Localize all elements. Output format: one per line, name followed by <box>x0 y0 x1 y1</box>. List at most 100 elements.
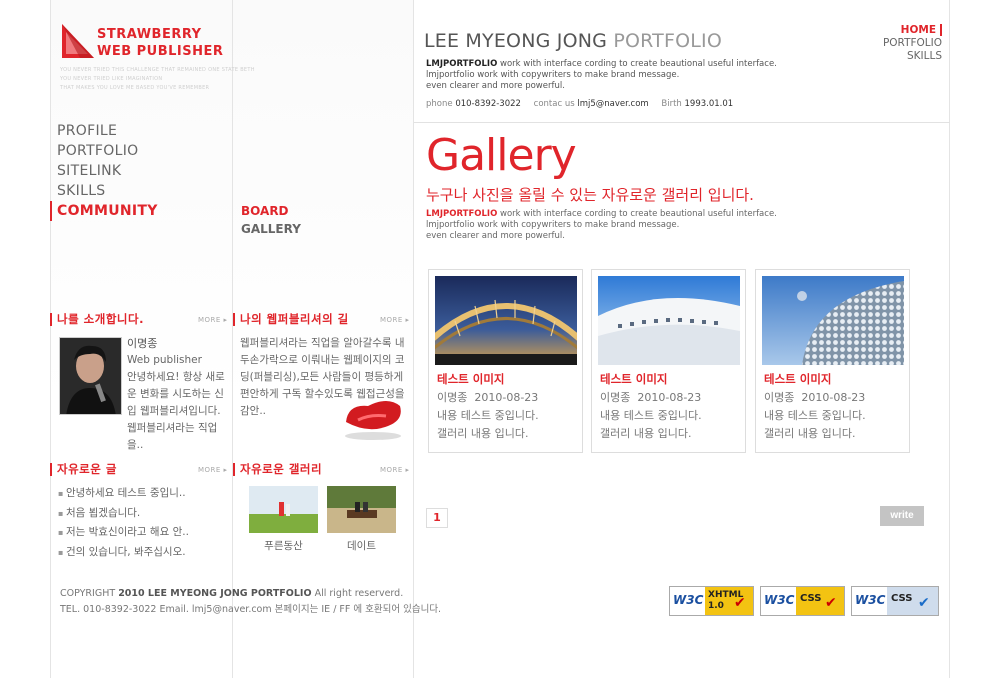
list-item[interactable]: 안녕하세요 테스트 중입니.. <box>58 484 189 504</box>
column-divider <box>50 0 51 678</box>
topnav-portfolio[interactable]: PORTFOLIO <box>883 37 948 50</box>
card-title[interactable]: 테스트 이미지 <box>437 371 504 387</box>
column-divider <box>413 0 414 678</box>
checkmark-icon: ✔ <box>825 595 837 611</box>
column-divider <box>949 0 950 678</box>
logo-text: STRAWBERRY WEB PUBLISHER <box>97 26 223 60</box>
intro-brand: LMJPORTFOLIO <box>426 59 498 69</box>
email-link[interactable]: lmj5@naver.com <box>577 99 648 109</box>
card-meta: 이명종 2010-08-23 <box>437 389 538 405</box>
copyright-prefix: COPYRIGHT <box>60 588 116 599</box>
tagline-line: YOU NEVER TRIED LIKE IMAGINATION <box>60 76 163 82</box>
profile-role: Web publisher <box>127 354 202 366</box>
card-date: 2010-08-23 <box>474 391 539 404</box>
more-link[interactable]: MORE ▸ <box>380 466 410 474</box>
more-link[interactable]: MORE ▸ <box>198 466 228 474</box>
card-meta: 이명종 2010-08-23 <box>764 389 865 405</box>
write-button[interactable]: write <box>880 506 924 526</box>
desc-line: lmjportfolio work with copywriters to ma… <box>426 220 680 230</box>
gallery-card[interactable]: 테스트 이미지 이명종 2010-08-23 내용 테스트 중입니다. 갤러리 내… <box>428 269 583 453</box>
card-line: 내용 테스트 중입니다. <box>437 409 539 422</box>
card-line: 갤러리 내용 입니다. <box>600 427 692 440</box>
badge-label: CSS <box>887 587 938 615</box>
nav-item-portfolio[interactable]: PORTFOLIO <box>50 141 230 161</box>
gallery-card[interactable]: 테스트 이미지 이명종 2010-08-23 내용 테스트 중입니다. 갤러리 내… <box>755 269 910 453</box>
tagline-line: THAT MAKES YOU LOVE ME BASED YOU'VE REME… <box>60 85 210 91</box>
gallery-subtitle: 누구나 사진을 올릴 수 있는 자유로운 갤러리 입니다. <box>426 186 754 204</box>
nav-item-sitelink[interactable]: SITELINK <box>50 161 230 181</box>
subnav-item-gallery[interactable]: GALLERY <box>241 220 301 238</box>
more-link[interactable]: MORE ▸ <box>380 316 410 324</box>
more-link[interactable]: MORE ▸ <box>198 316 228 324</box>
checkmark-icon: ✔ <box>734 595 746 611</box>
card-photo[interactable] <box>762 276 904 365</box>
subnav-item-board[interactable]: BOARD <box>241 202 301 220</box>
pagination-page[interactable]: 1 <box>426 508 448 528</box>
title-light: PORTFOLIO <box>613 30 722 52</box>
desc-line: even clearer and more powerful. <box>426 231 565 241</box>
card-author: 이명종 <box>764 391 795 404</box>
contact-label: contac us <box>533 99 575 109</box>
free-board-list: 안녕하세요 테스트 중입니.. 처음 뵙겠습니다. 저는 박효신이라고 해요 안… <box>58 484 189 562</box>
logo-triangle-icon <box>62 24 94 58</box>
badge-label: XHTML 1.0 <box>705 587 753 615</box>
gallery-thumb[interactable] <box>249 486 318 533</box>
w3c-xhtml-badge[interactable]: W3C XHTML 1.0 ✔ <box>669 586 754 616</box>
card-line: 내용 테스트 중입니다. <box>600 409 702 422</box>
topnav-skills[interactable]: SKILLS <box>883 50 948 63</box>
phone-label: phone <box>426 99 453 109</box>
gallery-thumb[interactable] <box>327 486 396 533</box>
card-body: 내용 테스트 중입니다. 갤러리 내용 입니다. <box>600 407 702 443</box>
free-gallery-title: 자유로운 갤러리 <box>233 463 322 476</box>
card-title[interactable]: 테스트 이미지 <box>764 371 831 387</box>
logo-line2: WEB PUBLISHER <box>97 44 224 59</box>
free-board-title: 자유로운 글 <box>50 463 117 476</box>
card-photo[interactable] <box>598 276 740 365</box>
top-nav: HOME PORTFOLIO SKILLS <box>883 24 948 63</box>
w3c-css-badge[interactable]: W3C CSS ✔ <box>760 586 845 616</box>
main-nav: PROFILE PORTFOLIO SITELINK SKILLS COMMUN… <box>50 121 230 221</box>
phone-value: 010-8392-3022 <box>455 99 521 109</box>
footer-contact: TEL. 010-8392-3022 Email. lmj5@naver.com… <box>60 604 442 615</box>
card-date: 2010-08-23 <box>801 391 866 404</box>
column-divider <box>232 0 233 678</box>
gallery-card[interactable]: 테스트 이미지 이명종 2010-08-23 내용 테스트 중입니다. 갤러리 내… <box>591 269 746 453</box>
nav-item-profile[interactable]: PROFILE <box>50 121 230 141</box>
sub-nav: BOARD GALLERY <box>241 202 301 238</box>
list-item[interactable]: 처음 뵙겠습니다. <box>58 504 189 524</box>
thumb-caption: 데이트 <box>347 540 376 552</box>
intro-line: work with interface cording to create be… <box>497 59 777 69</box>
intro-widget-title: 나를 소개합니다. <box>50 313 144 326</box>
intro-line: lmjportfolio work with copywriters to ma… <box>426 70 680 80</box>
title-dark: LEE MYEONG JONG <box>424 30 608 52</box>
road-widget-title: 나의 웹퍼블리셔의 길 <box>233 313 349 326</box>
nav-item-community[interactable]: COMMUNITY <box>50 201 230 221</box>
card-line: 갤러리 내용 입니다. <box>764 427 856 440</box>
birth-label: Birth <box>661 99 682 109</box>
checkmark-icon: ✔ <box>918 595 930 611</box>
nav-item-skills[interactable]: SKILLS <box>50 181 230 201</box>
card-photo[interactable] <box>435 276 577 365</box>
logo-line1: STRAWBERRY <box>97 27 202 42</box>
list-item[interactable]: 저는 박효신이라고 해요 안.. <box>58 523 189 543</box>
desc-line: work with interface cording to create be… <box>497 209 777 219</box>
chair-icon <box>345 401 401 440</box>
card-author: 이명종 <box>600 391 631 404</box>
w3c-css-badge[interactable]: W3C CSS ✔ <box>851 586 939 616</box>
header-intro: LMJPORTFOLIO work with interface cording… <box>426 59 777 92</box>
contact-info: phone 010-8392-3022 contac us lmj5@naver… <box>426 99 743 109</box>
thumb-caption: 푸른동산 <box>264 540 303 552</box>
gallery-description: LMJPORTFOLIO work with interface cording… <box>426 209 777 242</box>
card-body: 내용 테스트 중입니다. 갤러리 내용 입니다. <box>764 407 866 443</box>
card-title[interactable]: 테스트 이미지 <box>600 371 667 387</box>
badge-label: CSS <box>796 587 844 615</box>
header-divider <box>414 122 950 123</box>
card-author: 이명종 <box>437 391 468 404</box>
list-item[interactable]: 건의 있습니다, 봐주십시오. <box>58 543 189 563</box>
gallery-title: Gallery <box>426 130 577 181</box>
topnav-home[interactable]: HOME <box>900 24 942 36</box>
card-meta: 이명종 2010-08-23 <box>600 389 701 405</box>
copyright-owner: 2010 LEE MYEONG JONG PORTFOLIO <box>118 588 312 599</box>
logo-tagline: YOU NEVER TRIED THIS CHALLENGE THAT REMA… <box>60 66 255 93</box>
birth-value: 1993.01.01 <box>684 99 734 109</box>
